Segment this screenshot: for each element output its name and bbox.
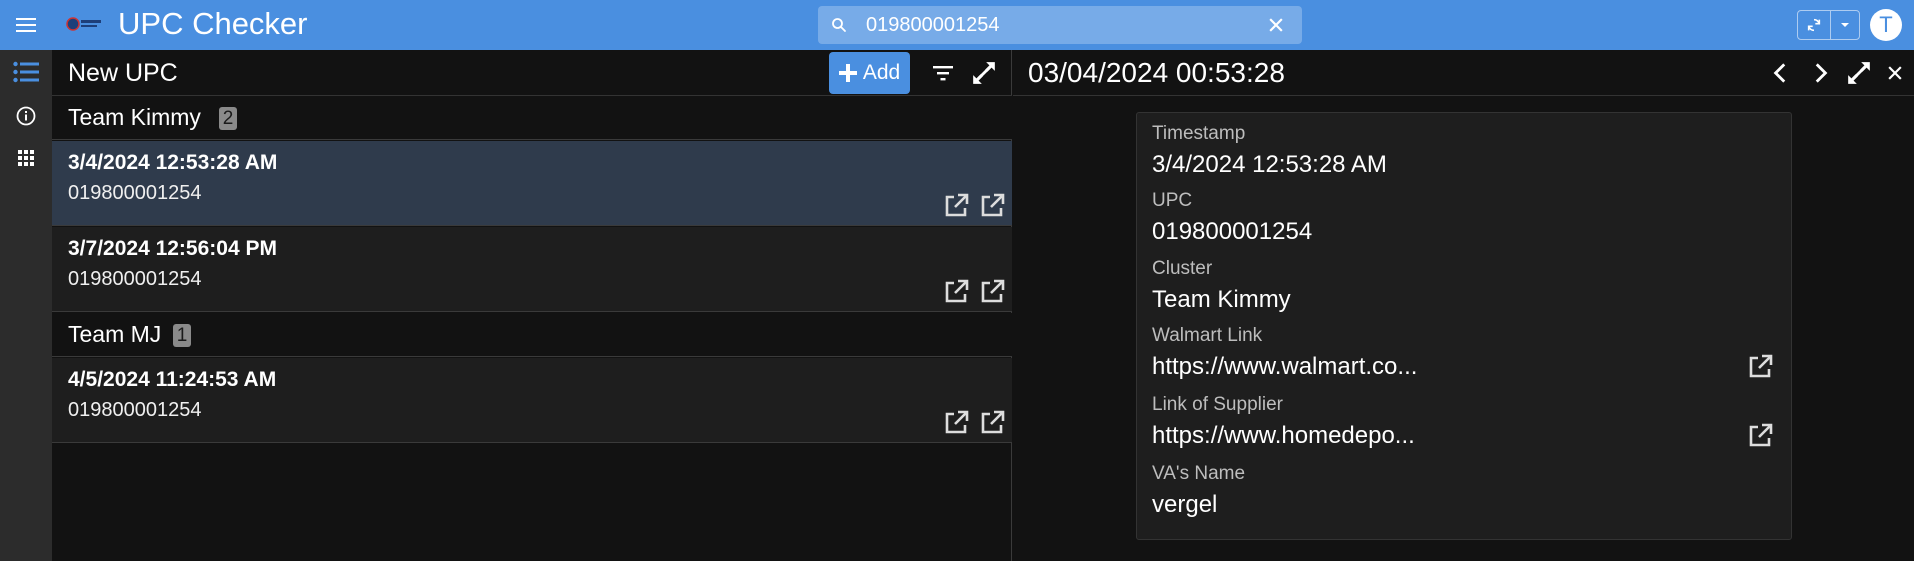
app-title: UPC Checker: [118, 6, 308, 41]
avatar[interactable]: T: [1870, 9, 1902, 41]
top-app-bar: UPC Checker T: [0, 0, 1914, 50]
logo-icon: [66, 17, 101, 31]
row-timestamp: 4/5/2024 11:24:53 AM: [68, 368, 277, 391]
external-link-icon[interactable]: [978, 192, 1006, 220]
list-panel-header: New UPC Add: [52, 50, 1012, 96]
rail-item-list[interactable]: [10, 56, 42, 88]
apps-grid-icon: [18, 150, 34, 166]
field-value-timestamp: 3/4/2024 12:53:28 AM: [1152, 151, 1387, 178]
field-value-va-name: vergel: [1152, 491, 1218, 518]
info-icon: [16, 106, 36, 126]
list-item[interactable]: 3/7/2024 12:56:04 PM 019800001254: [52, 227, 1012, 312]
external-link-icon[interactable]: [978, 278, 1006, 306]
sync-options-dropdown[interactable]: [1831, 11, 1859, 39]
sync-button[interactable]: [1798, 11, 1832, 39]
group-name: Team MJ: [68, 321, 162, 347]
list-item[interactable]: 4/5/2024 11:24:53 AM 019800001254: [52, 358, 1012, 443]
rail-item-info[interactable]: [10, 100, 42, 132]
field-label-supplier-link: Link of Supplier: [1152, 394, 1283, 415]
chevron-left-icon[interactable]: [1768, 60, 1794, 86]
row-timestamp: 3/4/2024 12:53:28 AM: [68, 151, 278, 174]
field-label-va-name: VA's Name: [1152, 463, 1246, 484]
plus-icon: [838, 64, 857, 82]
detail-panel: 03/04/2024 00:53:28 Timestamp 3/4/2024 1…: [1013, 50, 1914, 561]
field-value-supplier-link: https://www.homedepo...: [1152, 422, 1415, 449]
external-link-icon[interactable]: [942, 278, 970, 306]
row-upc: 019800001254: [68, 182, 202, 204]
expand-icon[interactable]: [971, 60, 997, 86]
group-header-team-mj[interactable]: Team MJ 1: [52, 313, 1012, 357]
detail-panel-header: 03/04/2024 00:53:28: [1013, 50, 1914, 96]
chevron-right-icon[interactable]: [1807, 60, 1833, 86]
list-item[interactable]: 3/4/2024 12:53:28 AM 019800001254: [52, 141, 1012, 226]
chevron-down-icon: [1841, 23, 1850, 27]
add-button[interactable]: Add: [829, 52, 910, 94]
detail-card: Timestamp 3/4/2024 12:53:28 AM UPC 01980…: [1136, 112, 1792, 540]
navigation-rail: [0, 50, 52, 561]
sync-icon: [1808, 18, 1821, 32]
external-link-icon[interactable]: [942, 192, 970, 220]
external-link-icon[interactable]: [978, 409, 1006, 437]
group-count-badge: 1: [173, 324, 191, 347]
row-upc: 019800001254: [68, 268, 202, 290]
group-count-badge: 2: [219, 107, 237, 130]
menu-button[interactable]: [14, 13, 38, 37]
group-name: Team Kimmy: [68, 104, 201, 130]
search-bar[interactable]: [818, 6, 1302, 44]
external-link-icon[interactable]: [1746, 353, 1774, 381]
field-label-cluster: Cluster: [1152, 258, 1213, 279]
field-label-timestamp: Timestamp: [1152, 123, 1246, 144]
external-link-icon[interactable]: [942, 409, 970, 437]
close-icon[interactable]: [1885, 63, 1905, 83]
list-panel-title: New UPC: [68, 59, 178, 87]
upc-list-panel: New UPC Add Team Kimmy 2 3/4/2024 12:53:…: [52, 50, 1012, 561]
field-value-cluster: Team Kimmy: [1152, 286, 1291, 313]
field-value-walmart-link: https://www.walmart.co...: [1152, 353, 1418, 380]
row-upc: 019800001254: [68, 399, 202, 421]
filter-icon[interactable]: [931, 61, 955, 85]
rail-item-apps[interactable]: [10, 142, 42, 174]
add-button-label: Add: [862, 61, 901, 84]
field-label-upc: UPC: [1152, 190, 1193, 211]
sync-button-group: [1797, 10, 1860, 40]
menu-icon: [16, 18, 36, 32]
field-label-walmart-link: Walmart Link: [1152, 325, 1263, 346]
search-icon: [832, 18, 846, 32]
field-value-upc: 019800001254: [1152, 218, 1313, 245]
search-input[interactable]: [866, 10, 1246, 40]
expand-icon[interactable]: [1846, 60, 1872, 86]
avatar-initial: T: [1879, 12, 1893, 37]
close-icon[interactable]: [1266, 15, 1286, 35]
list-icon: [13, 61, 39, 83]
row-timestamp: 3/7/2024 12:56:04 PM: [68, 237, 277, 260]
detail-title: 03/04/2024 00:53:28: [1028, 57, 1285, 88]
group-header-team-kimmy[interactable]: Team Kimmy 2: [52, 96, 1012, 140]
external-link-icon[interactable]: [1746, 422, 1774, 450]
